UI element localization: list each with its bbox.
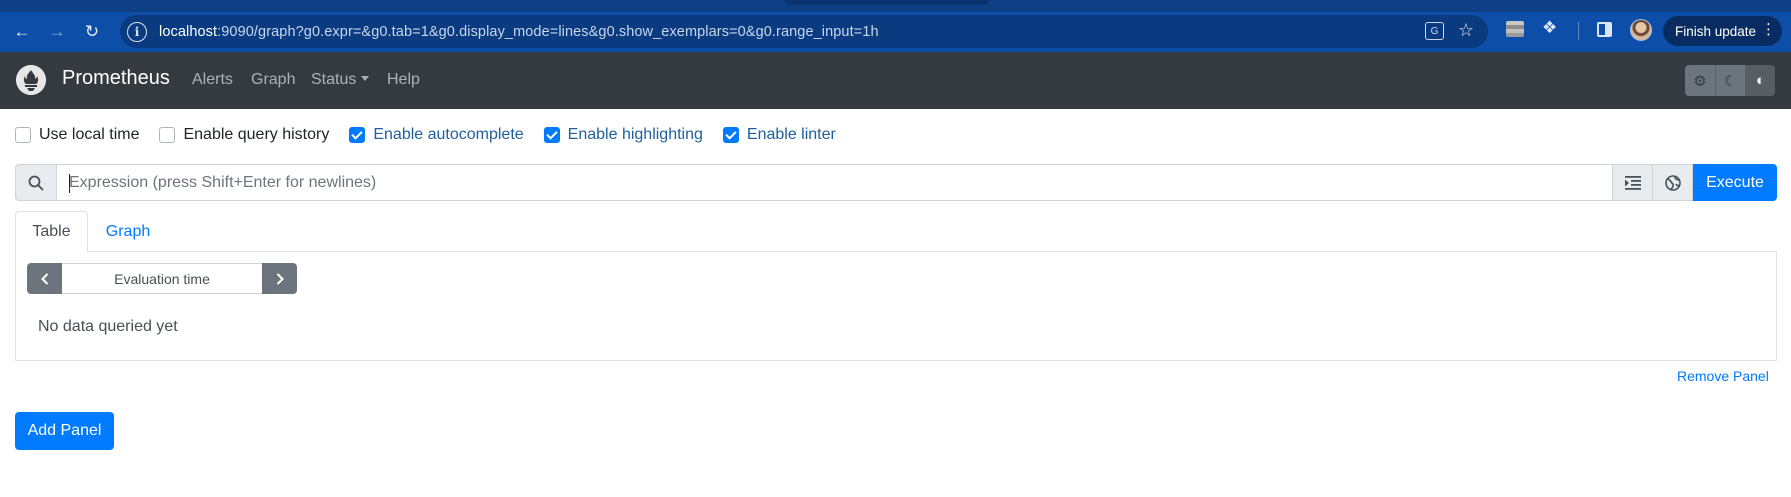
tab-table[interactable]: Table — [15, 211, 88, 253]
reload-icon[interactable]: ↻ — [79, 19, 105, 45]
toolbar-divider — [1578, 22, 1579, 40]
option-label: Enable query history — [183, 126, 330, 143]
site-info-icon[interactable]: i — [127, 21, 147, 42]
moon-icon[interactable]: ☾ — [1715, 65, 1745, 96]
browser-tab[interactable] — [785, 0, 989, 5]
more-icon[interactable]: ⋮ — [1761, 20, 1776, 40]
option-label: Enable linter — [746, 126, 836, 143]
url-text[interactable]: localhost:9090/graph?g0.expr=&g0.tab=1&g… — [159, 24, 879, 40]
finish-update-button[interactable]: Finish update ⋮ — [1663, 16, 1782, 46]
url-host: localhost — [159, 23, 218, 40]
indent-icon — [1624, 175, 1641, 190]
use-local-time-checkbox[interactable] — [15, 127, 31, 143]
tab-graph[interactable]: Graph — [88, 211, 168, 253]
chevron-right-icon — [276, 272, 284, 285]
globe-icon — [1664, 174, 1681, 191]
star-icon[interactable]: ☆ — [1458, 20, 1474, 41]
expression-bar: Expression (press Shift+Enter for newlin… — [15, 164, 1777, 201]
empty-state-message: No data queried yet — [38, 318, 178, 335]
query-history-checkbox[interactable] — [159, 127, 176, 143]
nav-help[interactable]: Help — [387, 71, 420, 89]
autocomplete-checkbox[interactable] — [349, 127, 366, 143]
evaluation-time-picker: Evaluation time — [27, 263, 297, 294]
option-enable-autocomplete[interactable]: Enable autocomplete — [349, 126, 524, 144]
translate-icon[interactable]: G — [1425, 22, 1444, 40]
nav-alerts[interactable]: Alerts — [192, 71, 233, 89]
back-icon[interactable]: ← — [9, 19, 35, 45]
add-panel-button[interactable]: Add Panel — [15, 412, 114, 450]
linter-checkbox[interactable] — [722, 127, 739, 143]
side-panel-icon[interactable] — [1597, 22, 1612, 37]
option-enable-highlighting[interactable]: Enable highlighting — [543, 126, 703, 144]
search-icon — [15, 164, 57, 201]
previous-time-button[interactable] — [27, 263, 62, 294]
option-label: Enable highlighting — [567, 126, 703, 143]
nav-graph[interactable]: Graph — [251, 71, 295, 89]
remove-panel-link[interactable]: Remove Panel — [1677, 368, 1769, 384]
query-options: Use local time Enable query history Enab… — [15, 124, 856, 146]
expression-input[interactable]: Expression (press Shift+Enter for newlin… — [57, 164, 1613, 201]
browser-tab-strip — [0, 0, 1791, 12]
metrics-explorer-button[interactable] — [1653, 164, 1693, 201]
highlighting-checkbox[interactable] — [543, 127, 560, 143]
avatar[interactable] — [1630, 19, 1652, 41]
option-enable-query-history[interactable]: Enable query history — [159, 126, 329, 144]
next-time-button[interactable] — [262, 263, 297, 294]
prometheus-logo-icon[interactable] — [16, 65, 46, 95]
address-bar[interactable]: i localhost:9090/graph?g0.expr=&g0.tab=1… — [120, 15, 1488, 48]
evaluation-time-placeholder: Evaluation time — [114, 270, 210, 287]
forward-icon[interactable]: → — [44, 19, 70, 45]
text-cursor — [69, 174, 70, 193]
expression-placeholder: Expression (press Shift+Enter for newlin… — [69, 173, 377, 191]
brand-title[interactable]: Prometheus — [62, 67, 170, 90]
option-label: Use local time — [39, 126, 140, 143]
nav-status-dropdown[interactable]: Status — [311, 71, 369, 89]
navbar: Prometheus Alerts Graph Status Help ⚙ ☾ … — [0, 52, 1791, 109]
puzzle-icon[interactable]: ❖ — [1542, 18, 1557, 38]
theme-toggle-group: ⚙ ☾ ◐ — [1685, 65, 1775, 96]
contrast-icon[interactable]: ◐ — [1745, 65, 1775, 96]
url-path: :9090/graph?g0.expr=&g0.tab=1&g0.display… — [217, 23, 879, 40]
option-label: Enable autocomplete — [373, 126, 524, 143]
option-enable-linter[interactable]: Enable linter — [722, 126, 836, 144]
panel-tabs: Table Graph — [15, 211, 1777, 253]
table-panel: Evaluation time No data queried yet — [15, 252, 1777, 361]
finish-update-label: Finish update — [1675, 23, 1757, 39]
nav-status-label: Status — [311, 71, 357, 88]
extension-icon[interactable] — [1506, 21, 1524, 37]
chevron-left-icon — [40, 272, 48, 285]
evaluation-time-input[interactable]: Evaluation time — [62, 263, 262, 294]
execute-button[interactable]: Execute — [1693, 164, 1777, 201]
option-use-local-time[interactable]: Use local time — [15, 126, 139, 144]
format-expression-button[interactable] — [1613, 164, 1653, 201]
sun-icon[interactable]: ⚙ — [1685, 65, 1715, 96]
